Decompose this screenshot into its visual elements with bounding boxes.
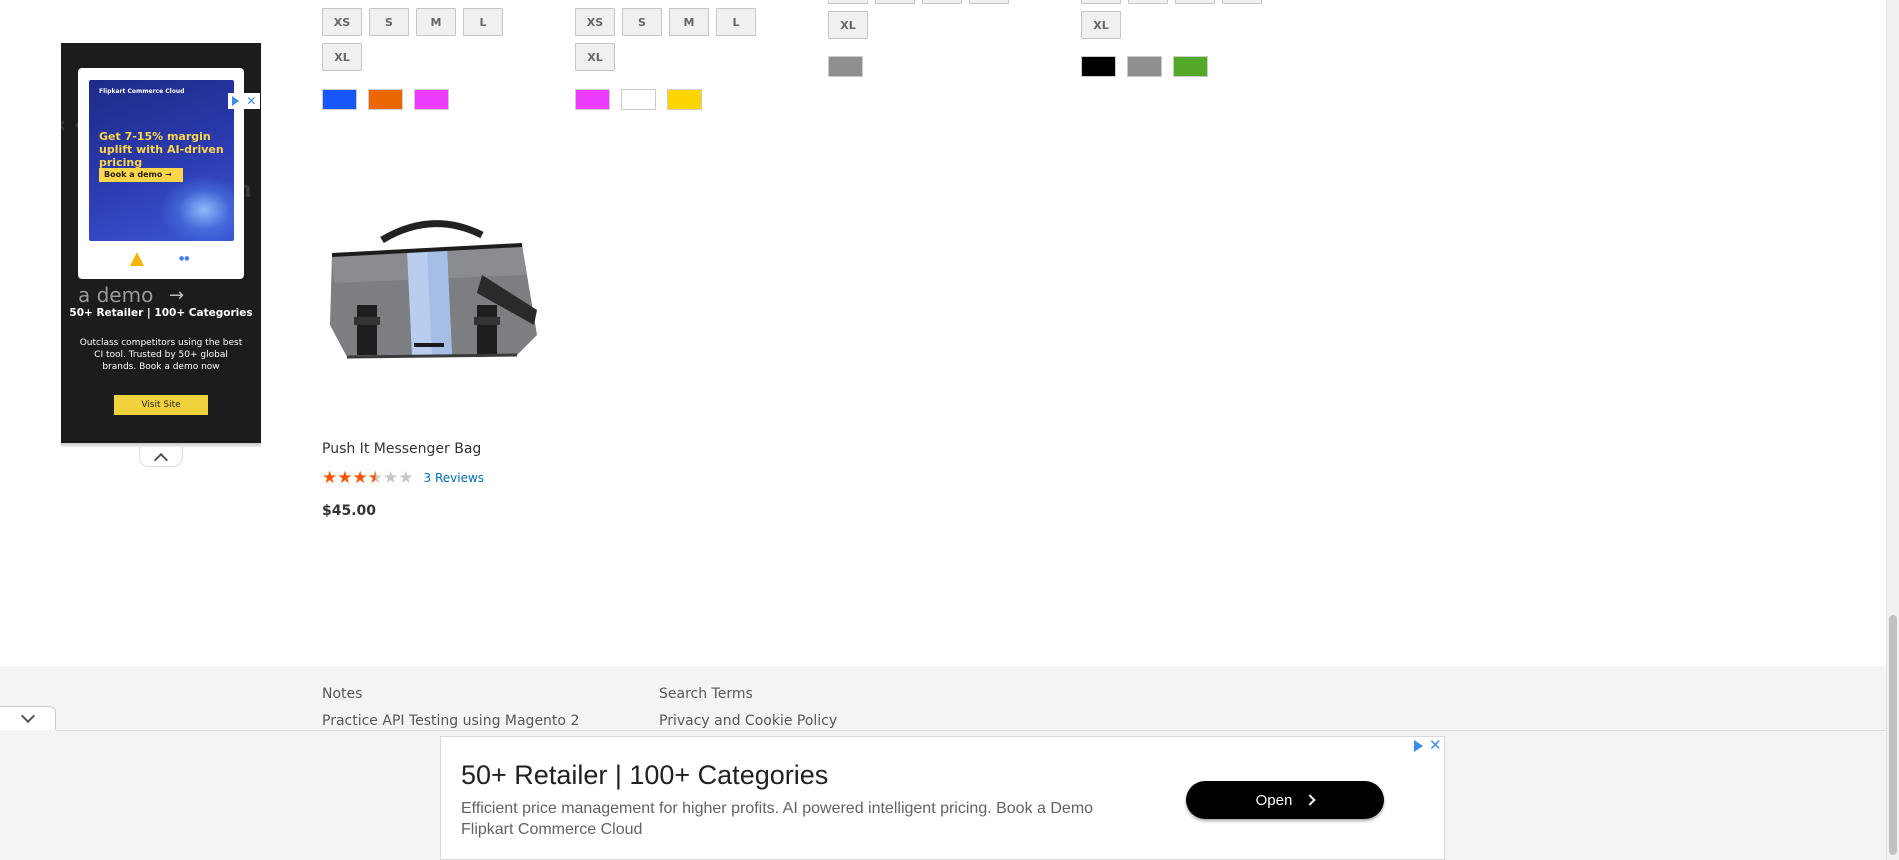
size-option[interactable] (1081, 0, 1121, 4)
size-option[interactable]: XL (1081, 11, 1121, 39)
color-option[interactable] (414, 89, 449, 110)
product-rating: ★★★★★★ 3 Reviews (322, 468, 484, 488)
anchor-ad-toggle[interactable] (0, 706, 56, 730)
size-option[interactable]: XL (575, 43, 615, 71)
size-option[interactable]: M (669, 8, 709, 36)
close-icon[interactable]: ✕ (246, 95, 256, 107)
product-image[interactable] (322, 205, 542, 380)
chevron-right-icon (1304, 794, 1317, 806)
size-option[interactable]: M (416, 8, 456, 36)
side-advertisement[interactable]: ‹ ‹ n Flipkart Commerce Cloud Get 7-15% … (61, 43, 261, 443)
size-option[interactable]: XS (575, 8, 615, 36)
adchoices-icon[interactable] (1414, 739, 1423, 752)
color-option[interactable] (1081, 56, 1116, 77)
color-option[interactable] (621, 89, 656, 110)
rating-stars: ★★★★★★ (322, 468, 414, 488)
page: XSSMLXLXSSMLXLXLXL ‹ ‹ n Flipkart Commer… (0, 0, 1899, 860)
color-option[interactable] (828, 56, 863, 77)
footer-link-api-testing[interactable]: Practice API Testing using Magento 2 (322, 713, 579, 729)
color-option[interactable] (322, 89, 357, 110)
ad-bg-demo-text: a demo (78, 283, 154, 307)
size-option[interactable] (922, 0, 962, 4)
ad-image-card[interactable]: Flipkart Commerce Cloud Get 7-15% margin… (78, 68, 244, 279)
half-star-icon: ★ (367, 468, 383, 488)
bottom-banner-ad[interactable]: 50+ Retailer | 100+ Categories Efficient… (440, 736, 1445, 860)
color-option[interactable] (368, 89, 403, 110)
ad-creative: Flipkart Commerce Cloud Get 7-15% margin… (89, 80, 234, 241)
size-option[interactable]: S (622, 8, 662, 36)
arrow-right-icon: → (169, 285, 185, 306)
size-option[interactable]: XS (322, 8, 362, 36)
size-option[interactable]: XL (322, 43, 362, 71)
ad-open-button[interactable]: Open (1186, 781, 1384, 819)
size-option[interactable] (969, 0, 1009, 4)
ad-hand-graphic (159, 175, 234, 241)
vertical-scrollbar[interactable] (1886, 0, 1899, 860)
adchoices-icon[interactable] (231, 96, 239, 106)
footer-link-search-terms[interactable]: Search Terms (659, 686, 753, 702)
ad-body: Outclass competitors using the best CI t… (79, 338, 243, 372)
sailboat-icon (130, 252, 144, 266)
color-option[interactable] (1173, 56, 1208, 77)
adchoices-close[interactable]: ✕ (1414, 738, 1442, 753)
collapse-ad-button[interactable] (139, 447, 183, 467)
adchoices-close[interactable]: ✕ (228, 93, 260, 109)
messenger-bag-image (330, 220, 537, 359)
size-option[interactable]: XL (828, 11, 868, 39)
star-icon: ★ (383, 468, 399, 488)
footer-link-privacy[interactable]: Privacy and Cookie Policy (659, 713, 837, 729)
reviews-link[interactable]: 3 Reviews (424, 471, 485, 485)
size-option[interactable] (1128, 0, 1168, 4)
size-option[interactable] (1222, 0, 1262, 4)
star-icon: ★ (322, 468, 338, 488)
footer-link-notes[interactable]: Notes (322, 686, 362, 702)
close-icon[interactable]: ✕ (1429, 738, 1442, 753)
star-icon: ★ (352, 468, 368, 488)
size-option[interactable] (875, 0, 915, 4)
ad-advertiser: Flipkart Commerce Cloud (461, 821, 643, 838)
ad-open-label: Open (1255, 791, 1293, 809)
star-icon: ★ (398, 468, 414, 488)
anchor-ad-divider (56, 730, 1886, 731)
ad-dots-icon: ●● (179, 255, 190, 262)
size-option[interactable]: L (463, 8, 503, 36)
star-icon: ★ (337, 468, 353, 488)
scrollbar-thumb[interactable] (1889, 615, 1897, 855)
ad-logo: Flipkart Commerce Cloud (99, 88, 185, 95)
size-option[interactable]: S (369, 8, 409, 36)
chevron-up-icon (153, 452, 169, 467)
size-option[interactable] (828, 0, 868, 4)
chevron-down-icon (20, 708, 35, 723)
ad-title: 50+ Retailer | 100+ Categories (69, 307, 253, 319)
color-option[interactable] (575, 89, 610, 110)
size-option[interactable]: L (716, 8, 756, 36)
visit-site-button[interactable]: Visit Site (114, 395, 208, 415)
ad-body: Efficient price management for higher pr… (461, 798, 1161, 840)
ad-title: 50+ Retailer | 100+ Categories (461, 760, 829, 790)
product-name-link[interactable]: Push It Messenger Bag (322, 441, 481, 457)
size-option[interactable] (1175, 0, 1215, 4)
ad-card-headline: Get 7-15% margin uplift with AI-driven p… (99, 130, 224, 169)
color-option[interactable] (1127, 56, 1162, 77)
ad-body-line: Efficient price management for higher pr… (461, 800, 1094, 817)
color-option[interactable] (667, 89, 702, 110)
product-price: $45.00 (322, 503, 377, 519)
